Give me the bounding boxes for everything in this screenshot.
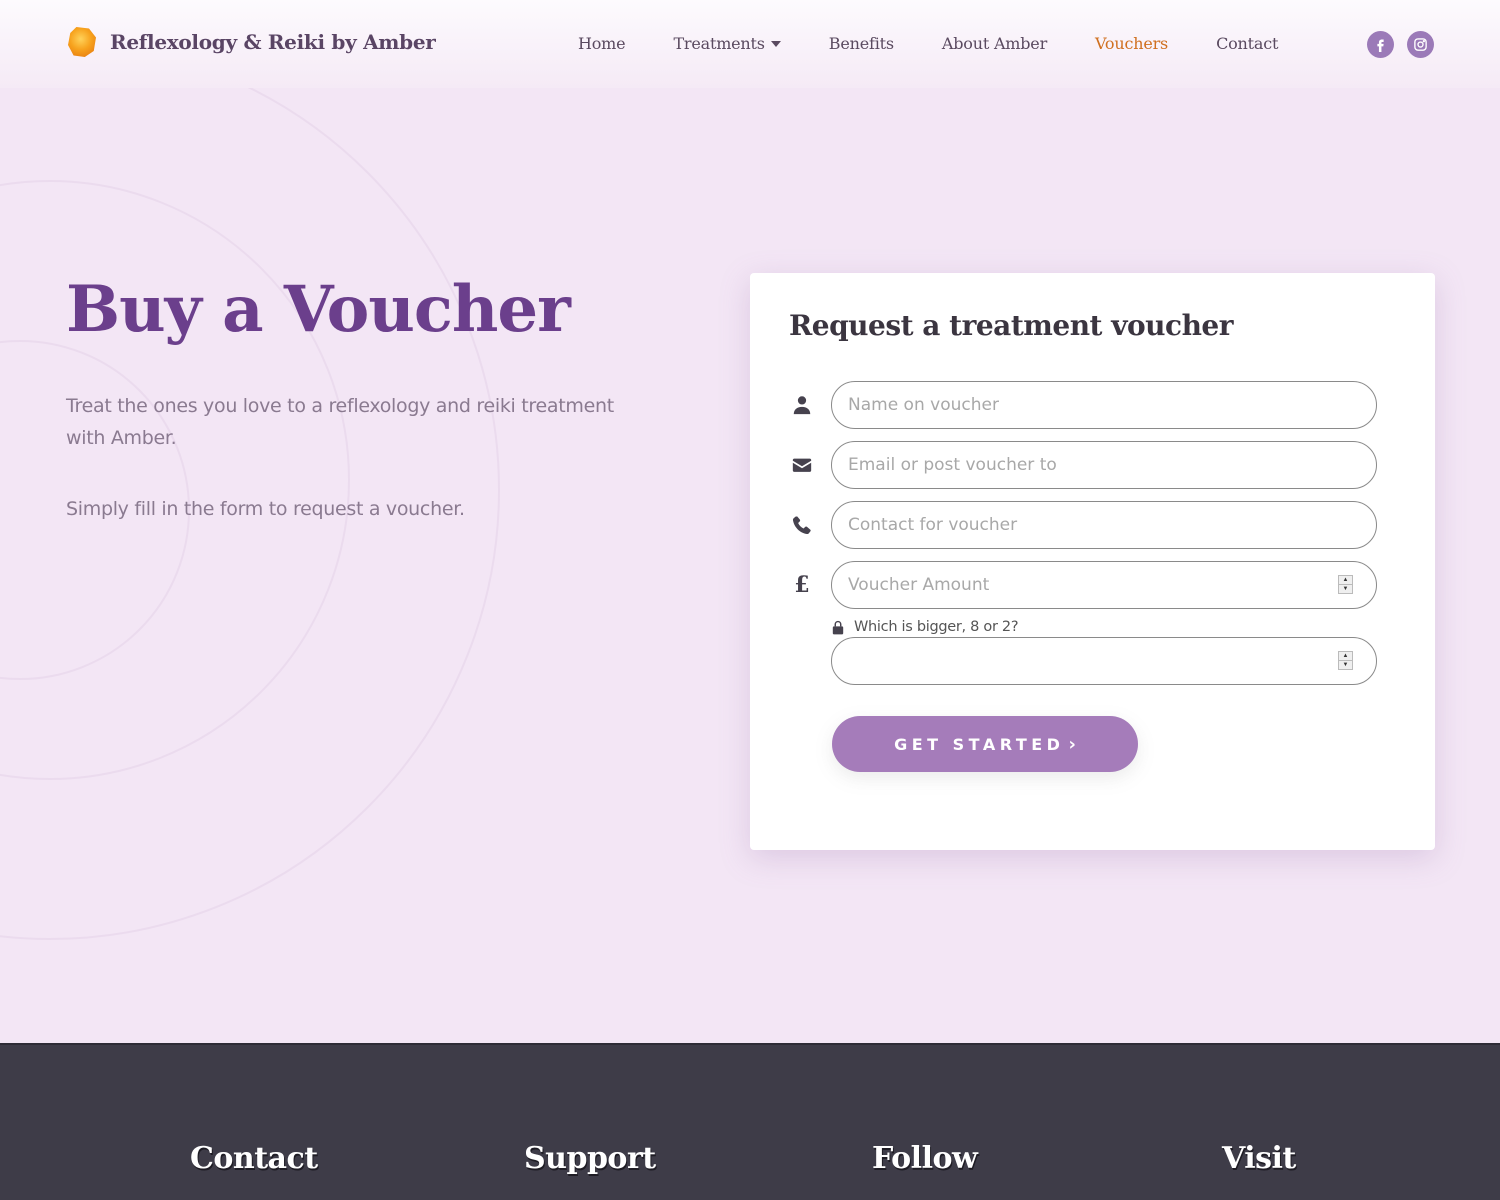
main-nav: Home Treatments Benefits About Amber Vou… <box>578 34 1326 53</box>
nav-home[interactable]: Home <box>578 34 626 53</box>
amber-gem-icon <box>68 27 96 57</box>
envelope-icon <box>790 453 814 477</box>
nav-benefits[interactable]: Benefits <box>829 34 894 53</box>
footer-heading-follow: Follow <box>872 1141 978 1176</box>
spinner-up-icon[interactable]: ▲ <box>1339 576 1352 585</box>
user-icon <box>790 393 814 417</box>
facebook-icon <box>1377 39 1384 52</box>
background-decoration <box>0 80 700 1040</box>
captcha-label: Which is bigger, 8 or 2? <box>831 619 1019 635</box>
lock-icon <box>832 620 844 634</box>
captcha-answer-input[interactable] <box>831 637 1377 685</box>
site-header: Reflexology & Reiki by Amber Home Treatm… <box>0 0 1500 88</box>
nav-home-label: Home <box>578 34 626 53</box>
spinner-down-icon[interactable]: ▼ <box>1339 661 1352 669</box>
phone-icon <box>790 513 814 537</box>
spinner-down-icon[interactable]: ▼ <box>1339 585 1352 593</box>
nav-about-amber[interactable]: About Amber <box>942 34 1047 53</box>
voucher-form-card: Request a treatment voucher £ ▲ ▼ Which … <box>750 273 1435 850</box>
facebook-link[interactable] <box>1367 31 1394 58</box>
footer-heading-visit: Visit <box>1222 1141 1296 1176</box>
captcha-question: Which is bigger, 8 or 2? <box>854 619 1019 635</box>
pound-icon: £ <box>794 572 810 598</box>
footer-heading-support: Support <box>524 1141 656 1176</box>
nav-about-label: About Amber <box>941 34 1048 53</box>
nav-contact[interactable]: Contact <box>1216 34 1278 53</box>
form-title: Request a treatment voucher <box>789 309 1234 342</box>
page-title: Buy a Voucher <box>66 272 571 347</box>
name-on-voucher-input[interactable] <box>831 381 1377 429</box>
nav-contact-label: Contact <box>1216 34 1279 53</box>
social-links <box>1367 31 1447 58</box>
nav-benefits-label: Benefits <box>828 34 894 53</box>
contact-for-voucher-input[interactable] <box>831 501 1377 549</box>
contact-field-row <box>750 501 1435 549</box>
captcha-field-row: ▲ ▼ <box>750 637 1435 685</box>
spinner-up-icon[interactable]: ▲ <box>1339 652 1352 661</box>
hero-description: Treat the ones you love to a reflexology… <box>66 395 614 449</box>
footer-heading-contact: Contact <box>190 1141 318 1176</box>
voucher-amount-input[interactable] <box>831 561 1377 609</box>
email-or-post-input[interactable] <box>831 441 1377 489</box>
nav-vouchers[interactable]: Vouchers <box>1095 34 1168 53</box>
nav-treatments[interactable]: Treatments <box>673 34 781 53</box>
amount-field-row: £ ▲ ▼ <box>750 561 1435 609</box>
logo[interactable]: Reflexology & Reiki by Amber <box>68 27 436 57</box>
nav-vouchers-label: Vouchers <box>1095 34 1169 53</box>
chevron-right-icon: › <box>1068 733 1076 755</box>
instagram-link[interactable] <box>1407 31 1434 58</box>
submit-label: GET STARTED <box>894 734 1065 754</box>
hero-instruction: Simply fill in the form to request a vou… <box>66 498 465 520</box>
caret-down-icon <box>770 40 781 47</box>
nav-treatments-label: Treatments <box>673 34 765 53</box>
name-field-row <box>750 381 1435 429</box>
captcha-spinner[interactable]: ▲ ▼ <box>1338 651 1353 670</box>
brand-name: Reflexology & Reiki by Amber <box>110 30 436 54</box>
email-field-row <box>750 441 1435 489</box>
instagram-icon <box>1414 38 1427 51</box>
get-started-button[interactable]: GET STARTED › <box>832 716 1138 772</box>
amount-spinner[interactable]: ▲ ▼ <box>1338 575 1353 594</box>
site-footer: Contact Support Follow Visit <box>0 1043 1500 1200</box>
